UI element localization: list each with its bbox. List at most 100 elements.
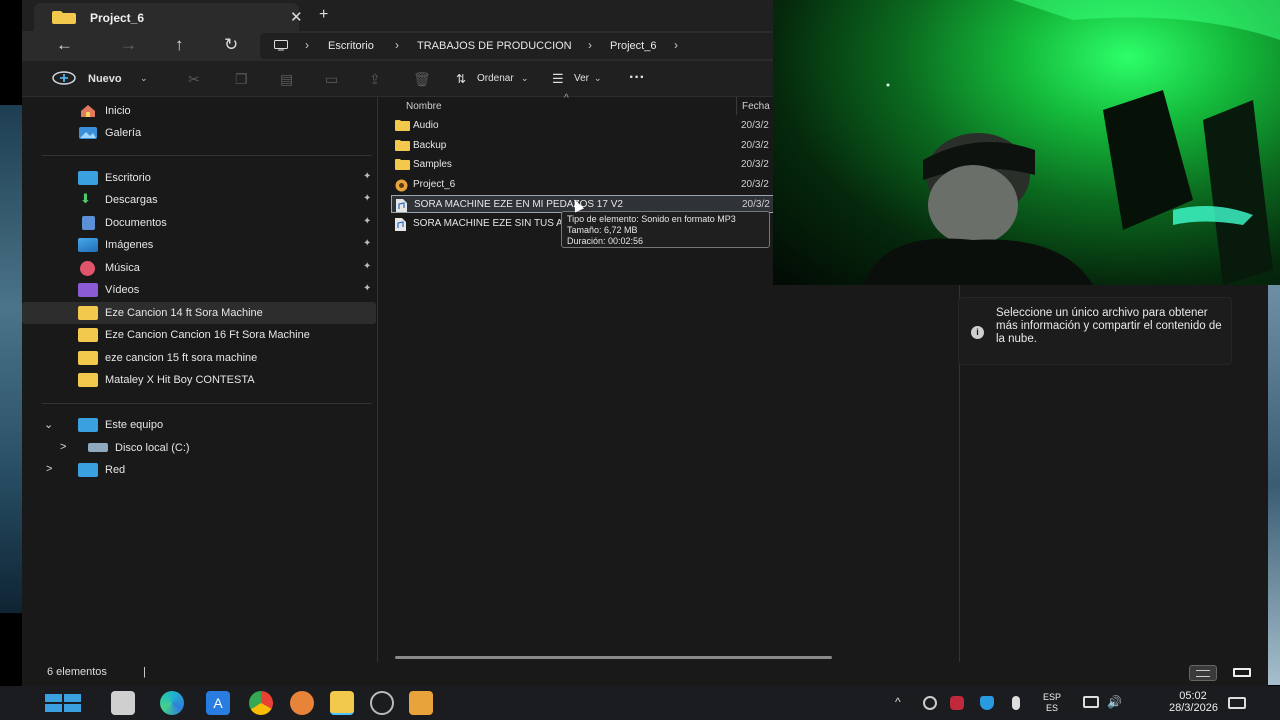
sidebar-item-imagenes[interactable]: Imágenes ✦ — [22, 234, 376, 256]
app-icon[interactable] — [370, 691, 394, 715]
sidebar-item-descargas[interactable]: ⬇ Descargas ✦ — [22, 189, 376, 211]
chevron-right-icon[interactable]: > — [46, 463, 52, 475]
pin-icon[interactable]: ✦ — [363, 283, 371, 294]
breadcrumb-trabajos[interactable]: TRABAJOS DE PRODUCCION — [417, 40, 572, 52]
file-name: Samples — [413, 159, 452, 170]
clock-date: 28/3/2026 — [1169, 702, 1218, 714]
chevron-right-icon[interactable]: > — [60, 441, 66, 453]
sidebar-item-inicio[interactable]: Inicio — [22, 100, 376, 122]
horizontal-scrollbar[interactable] — [395, 656, 832, 659]
webcam-scene-illustration — [863, 0, 1280, 285]
file-row-samples[interactable]: Samples 20/3/2 — [391, 156, 779, 174]
image-icon — [78, 238, 98, 252]
pin-icon[interactable]: ✦ — [363, 261, 371, 272]
sidebar-item-recent-folder[interactable]: Eze Cancion Cancion 16 Ft Sora Machine — [22, 324, 376, 346]
edge-icon[interactable] — [160, 691, 184, 715]
share-icon[interactable]: ⇪ — [369, 71, 381, 88]
gallery-icon — [79, 127, 97, 139]
back-button[interactable]: ← — [56, 35, 73, 55]
new-button[interactable]: Nuevo — [88, 73, 122, 85]
pin-icon[interactable]: ✦ — [363, 171, 371, 182]
sidebar-item-galeria[interactable]: Galería — [22, 122, 376, 144]
folder-icon — [78, 328, 98, 342]
up-button[interactable]: ↑ — [175, 35, 184, 55]
tray-app-icon[interactable] — [923, 696, 937, 710]
refresh-button[interactable]: ↻ — [224, 35, 238, 55]
fl-studio-project-icon — [395, 179, 408, 192]
keyboard-layout: ES — [1046, 703, 1059, 713]
sidebar-item-documentos[interactable]: Documentos ✦ — [22, 212, 376, 234]
pin-icon[interactable]: ✦ — [363, 238, 371, 249]
microphone-icon[interactable] — [1012, 696, 1020, 710]
sidebar-item-este-equipo[interactable]: ⌄ Este equipo — [22, 414, 376, 436]
breadcrumb-escritorio[interactable]: Escritorio — [328, 40, 374, 52]
sidebar-item-recent-folder[interactable]: eze cancion 15 ft sora machine — [22, 347, 376, 369]
forward-button[interactable]: → — [120, 35, 137, 55]
new-plus-icon — [52, 71, 76, 85]
view-button[interactable]: Ver — [574, 73, 589, 84]
copy-icon[interactable]: ❐ — [235, 71, 248, 88]
details-view-button[interactable] — [1189, 665, 1217, 681]
pin-icon[interactable]: ✦ — [363, 193, 371, 204]
file-row-backup[interactable]: Backup 20/3/2 — [391, 137, 779, 155]
sidebar-item-label: Descargas — [105, 194, 158, 206]
file-row-audio[interactable]: Audio 20/3/2 — [391, 117, 779, 135]
column-divider[interactable] — [736, 97, 737, 115]
file-name: SORA MACHINE EZE SIN TUS AL — [413, 218, 569, 229]
tab-project[interactable]: Project_6 ✕ — [34, 3, 303, 31]
chevron-down-icon: ⌄ — [140, 73, 148, 83]
file-explorer-taskbar-icon[interactable] — [330, 691, 354, 715]
folder-icon — [52, 11, 76, 24]
sort-caret-icon: ^ — [564, 93, 569, 104]
task-view-icon[interactable] — [111, 691, 135, 715]
fl-studio-icon[interactable] — [290, 691, 314, 715]
notifications-icon[interactable] — [1228, 697, 1246, 709]
folder-icon — [395, 140, 410, 151]
tray-overflow-icon[interactable]: ^ — [895, 695, 901, 709]
sidebar-item-label: Disco local (C:) — [115, 442, 190, 454]
sidebar-item-label: Documentos — [105, 217, 167, 229]
folder-icon — [78, 373, 98, 387]
taskbar: A ^ ESP ES 🔊 05:02 28/3/2026 — [0, 686, 1280, 720]
video-icon — [78, 283, 98, 297]
breadcrumb-separator: › — [674, 38, 678, 52]
chrome-icon[interactable] — [249, 691, 273, 715]
breadcrumb-project[interactable]: Project_6 — [610, 40, 656, 52]
sort-button[interactable]: Ordenar — [477, 73, 514, 84]
clock[interactable]: 05:02 28/3/2026 — [1169, 690, 1218, 714]
sidebar-item-recent-folder[interactable]: Mataley X Hit Boy CONTESTA — [22, 369, 376, 391]
new-tab-button[interactable]: + — [319, 6, 328, 24]
app-icon[interactable] — [409, 691, 433, 715]
cut-icon[interactable]: ✂ — [188, 71, 200, 88]
paste-icon[interactable]: ▤ — [280, 71, 293, 88]
clock-time: 05:02 — [1179, 690, 1207, 702]
rename-icon[interactable]: ▭ — [325, 71, 338, 88]
more-options-button[interactable]: ··· — [629, 69, 645, 87]
tiles-view-icon — [1233, 668, 1251, 677]
pin-icon[interactable]: ✦ — [363, 216, 371, 227]
sidebar-item-disco-local[interactable]: > Disco local (C:) — [22, 437, 376, 459]
volume-icon[interactable]: 🔊 — [1107, 695, 1122, 709]
sidebar-item-recent-folder[interactable]: Eze Cancion 14 ft Sora Machine — [22, 302, 376, 324]
language-indicator[interactable]: ESP ES — [1043, 692, 1061, 714]
file-row-project[interactable]: Project_6 20/3/2 — [391, 176, 779, 194]
sidebar-item-escritorio[interactable]: Escritorio ✦ — [22, 167, 376, 189]
network-status-icon[interactable] — [1083, 696, 1099, 708]
sidebar-item-red[interactable]: > Red — [22, 459, 376, 481]
defender-icon[interactable] — [980, 696, 994, 710]
windows-start-icon[interactable] — [45, 694, 81, 712]
home-icon — [81, 105, 95, 117]
chevron-down-icon[interactable]: ⌄ — [44, 418, 53, 431]
file-name: Project_6 — [413, 179, 456, 190]
store-icon[interactable]: A — [206, 691, 230, 715]
breadcrumb-separator: › — [395, 38, 399, 52]
sidebar-item-videos[interactable]: Vídeos ✦ — [22, 279, 376, 301]
sidebar-item-musica[interactable]: Música ✦ — [22, 257, 376, 279]
tab-close-icon[interactable]: ✕ — [290, 8, 303, 26]
delete-icon[interactable]: 🗑 — [413, 71, 431, 88]
sidebar-item-label: eze cancion 15 ft sora machine — [105, 352, 258, 364]
network-icon — [78, 463, 98, 477]
column-header-name[interactable]: Nombre — [406, 101, 442, 112]
tiles-view-button[interactable] — [1228, 665, 1256, 681]
tray-app-icon[interactable] — [950, 696, 964, 710]
